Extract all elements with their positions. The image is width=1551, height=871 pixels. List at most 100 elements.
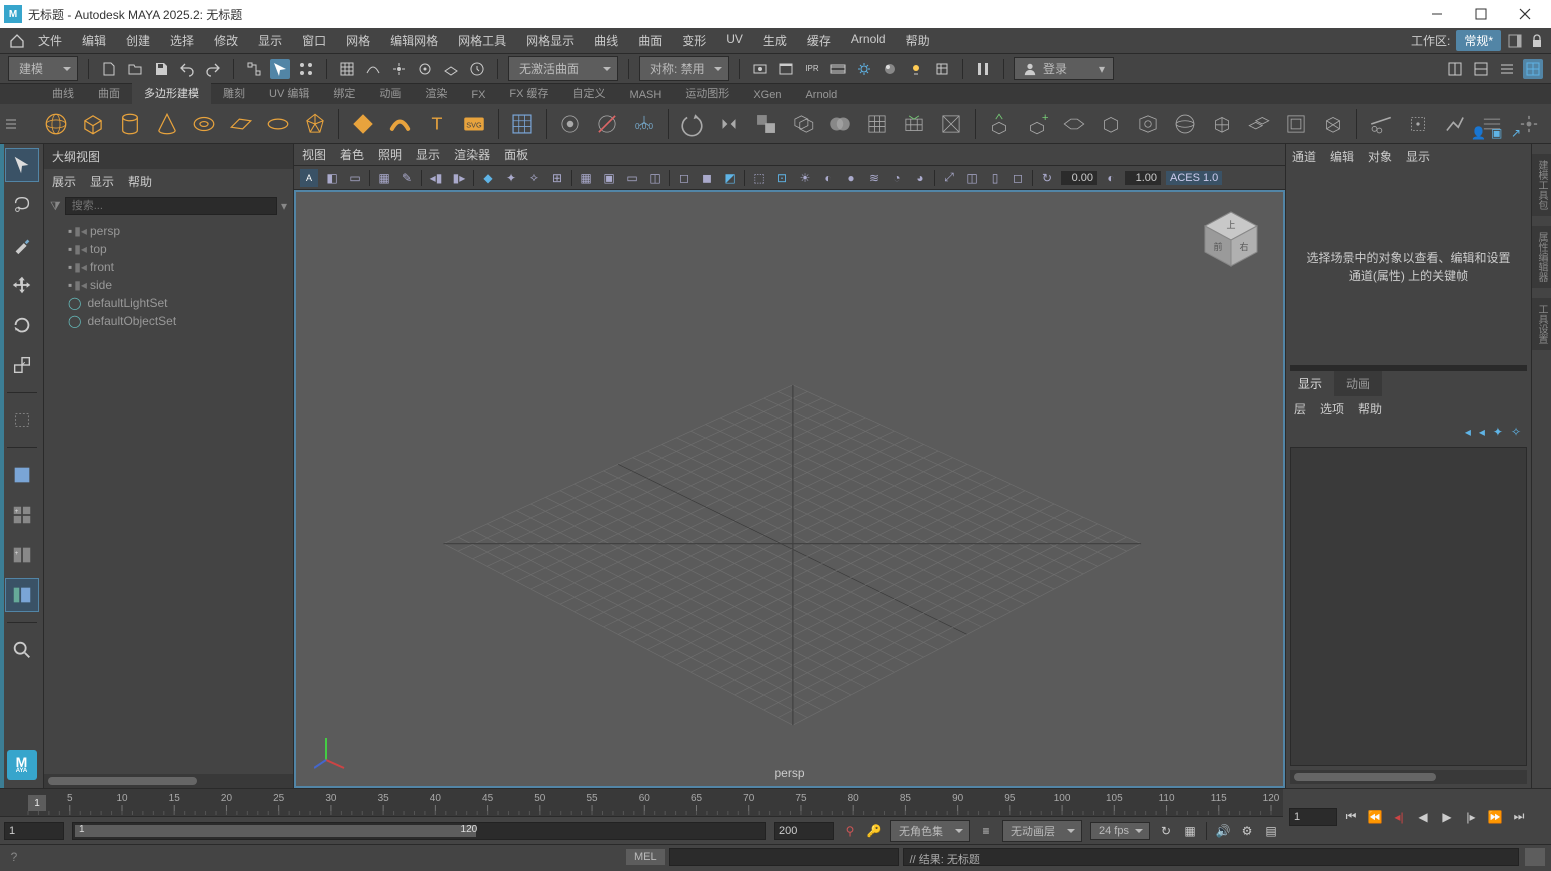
playback-start-input[interactable] xyxy=(4,822,64,840)
vp-dof-icon[interactable]: ◕ xyxy=(911,169,929,187)
vp-xray-icon[interactable]: ◫ xyxy=(963,169,981,187)
construction-grid-icon[interactable] xyxy=(509,110,536,138)
viewport-menu-着色[interactable]: 着色 xyxy=(340,146,364,163)
vp-xray-joints-icon[interactable]: ▯ xyxy=(986,169,1004,187)
vp-grease-pencil-icon[interactable]: ✎ xyxy=(398,169,416,187)
menu-修改[interactable]: 修改 xyxy=(204,28,248,53)
vp-gamma-value[interactable]: 1.00 xyxy=(1125,171,1161,185)
go-to-end-button[interactable]: ⏭ xyxy=(1509,807,1529,827)
prefs-icon[interactable]: ⚙ xyxy=(1237,821,1257,841)
vp-xray-active-icon[interactable]: ◻ xyxy=(1009,169,1027,187)
current-time-input[interactable] xyxy=(1289,808,1337,826)
soft-select-off-icon[interactable] xyxy=(594,110,621,138)
search-dropdown-icon[interactable]: ▾ xyxy=(281,199,287,213)
live-surface-dropdown[interactable]: 无激活曲面 xyxy=(508,56,618,81)
vp-safe-title-icon[interactable]: ⟡ xyxy=(525,169,543,187)
sidebar-toggle-icon[interactable] xyxy=(1507,33,1523,49)
lock-icon[interactable] xyxy=(1529,33,1545,49)
vp-gamma-icon[interactable]: ◐ xyxy=(1102,169,1120,187)
fill-hole-icon[interactable] xyxy=(1134,110,1161,138)
menu-创建[interactable]: 创建 xyxy=(116,28,160,53)
vp-bookmark-icon[interactable]: ◧ xyxy=(323,169,341,187)
step-forward-key-button[interactable]: ⏩ xyxy=(1485,807,1505,827)
shelf-tab-MASH[interactable]: MASH xyxy=(618,86,674,104)
vp-use-all-lights-icon[interactable]: ☀ xyxy=(796,169,814,187)
render-view-icon[interactable] xyxy=(750,59,770,79)
vp-antialias-icon[interactable]: ◔ xyxy=(888,169,906,187)
vtab-tool-settings[interactable]: 工具设置 xyxy=(1532,298,1551,350)
layer-menu-选项[interactable]: 选项 xyxy=(1320,400,1344,417)
anim-layer-dropdown[interactable]: 无动画层 xyxy=(1002,820,1082,842)
poly-sphere-icon[interactable] xyxy=(42,110,69,138)
poly-cone-icon[interactable] xyxy=(153,110,180,138)
current-frame-indicator[interactable]: 1 xyxy=(28,795,46,811)
menu-曲面[interactable]: 曲面 xyxy=(628,28,672,53)
menu-生成[interactable]: 生成 xyxy=(753,28,797,53)
panel-layout-icon-1[interactable] xyxy=(1445,59,1465,79)
fps-dropdown[interactable]: 24 fps xyxy=(1090,822,1150,840)
shelf-tab-渲染[interactable]: 渲染 xyxy=(413,82,459,104)
time-slider[interactable]: 5101520253035404550556065707580859095100… xyxy=(0,789,1283,816)
save-scene-icon[interactable] xyxy=(151,59,171,79)
menu-UV[interactable]: UV xyxy=(716,28,753,53)
render-setup-icon[interactable] xyxy=(932,59,952,79)
select-by-hierarchy-icon[interactable] xyxy=(244,59,264,79)
outliner-menu-展示[interactable]: 展示 xyxy=(52,173,76,190)
viewport-menu-视图[interactable]: 视图 xyxy=(302,146,326,163)
vtab-modeling-toolkit[interactable]: 建模工具包 xyxy=(1532,154,1551,216)
redo-icon[interactable] xyxy=(203,59,223,79)
poly-cube-icon[interactable] xyxy=(79,110,106,138)
shelf-tab-动画[interactable]: 动画 xyxy=(367,82,413,104)
smooth-icon[interactable] xyxy=(864,110,891,138)
layer-new-selected-icon[interactable]: ✧ xyxy=(1511,425,1521,439)
set-key-icon[interactable]: 🔑 xyxy=(864,821,884,841)
outliner-item-defaultObjectSet[interactable]: ◯defaultObjectSet xyxy=(44,312,293,330)
playback-end-input[interactable] xyxy=(774,822,834,840)
lasso-tool-button[interactable] xyxy=(5,188,39,222)
cb-settings-icon[interactable]: ↗ xyxy=(1511,126,1525,140)
vp-motion-blur-icon[interactable]: ≋ xyxy=(865,169,883,187)
layer-menu-帮助[interactable]: 帮助 xyxy=(1358,400,1382,417)
step-back-key-button[interactable]: ⏪ xyxy=(1365,807,1385,827)
shelf-tab-FX[interactable]: FX xyxy=(459,86,497,104)
layer-down-icon[interactable]: ◂ xyxy=(1479,425,1485,439)
cb-person-icon[interactable]: 👤 xyxy=(1471,126,1485,140)
scale-tool-button[interactable] xyxy=(5,348,39,382)
ipr-render-icon[interactable]: IPR xyxy=(802,59,822,79)
subdivide-icon[interactable] xyxy=(1208,110,1235,138)
poly-disc-icon[interactable] xyxy=(264,110,291,138)
outliner-item-persp[interactable]: ▪▮◂persp xyxy=(44,222,293,240)
render-sequence-icon[interactable] xyxy=(828,59,848,79)
snap-live-icon[interactable] xyxy=(467,59,487,79)
pivot-icon[interactable]: 0,0,0 xyxy=(631,110,658,138)
render-frame-icon[interactable] xyxy=(776,59,796,79)
open-scene-icon[interactable] xyxy=(125,59,145,79)
select-tool-button[interactable] xyxy=(5,148,39,182)
panel-layout-icon-2[interactable] xyxy=(1471,59,1491,79)
vp-shadows-icon[interactable]: ◐ xyxy=(819,169,837,187)
menu-缓存[interactable]: 缓存 xyxy=(797,28,841,53)
select-by-object-icon[interactable] xyxy=(270,59,290,79)
vp-colorspace-button[interactable]: ACES 1.0 xyxy=(1166,171,1222,185)
audio-icon[interactable]: 🔊 xyxy=(1213,821,1233,841)
target-weld-icon[interactable] xyxy=(1404,110,1431,138)
menu-变形[interactable]: 变形 xyxy=(672,28,716,53)
channel-menu-编辑[interactable]: 编辑 xyxy=(1330,148,1354,165)
circularize-icon[interactable] xyxy=(679,110,706,138)
step-forward-button[interactable]: |▸ xyxy=(1461,807,1481,827)
retopo-icon[interactable] xyxy=(901,110,928,138)
select-by-component-icon[interactable] xyxy=(296,59,316,79)
vp-select-camera-icon[interactable]: A xyxy=(300,169,318,187)
outliner-menu-显示[interactable]: 显示 xyxy=(90,173,114,190)
hypershade-icon[interactable] xyxy=(880,59,900,79)
play-forward-button[interactable]: ▶ xyxy=(1437,807,1457,827)
view-cube[interactable]: 上 前 右 xyxy=(1199,206,1263,270)
layer-new-empty-icon[interactable]: ✦ xyxy=(1493,425,1503,439)
auto-key-icon[interactable]: ⚲ xyxy=(840,821,860,841)
multi-cut-icon[interactable] xyxy=(1367,110,1394,138)
menu-窗口[interactable]: 窗口 xyxy=(292,28,336,53)
extrude-add-icon[interactable]: + xyxy=(1023,110,1050,138)
vp-isolate-icon[interactable]: ⤢ xyxy=(940,169,958,187)
vp-textured-mode-icon[interactable]: ⊡ xyxy=(773,169,791,187)
viewport-menu-照明[interactable]: 照明 xyxy=(378,146,402,163)
